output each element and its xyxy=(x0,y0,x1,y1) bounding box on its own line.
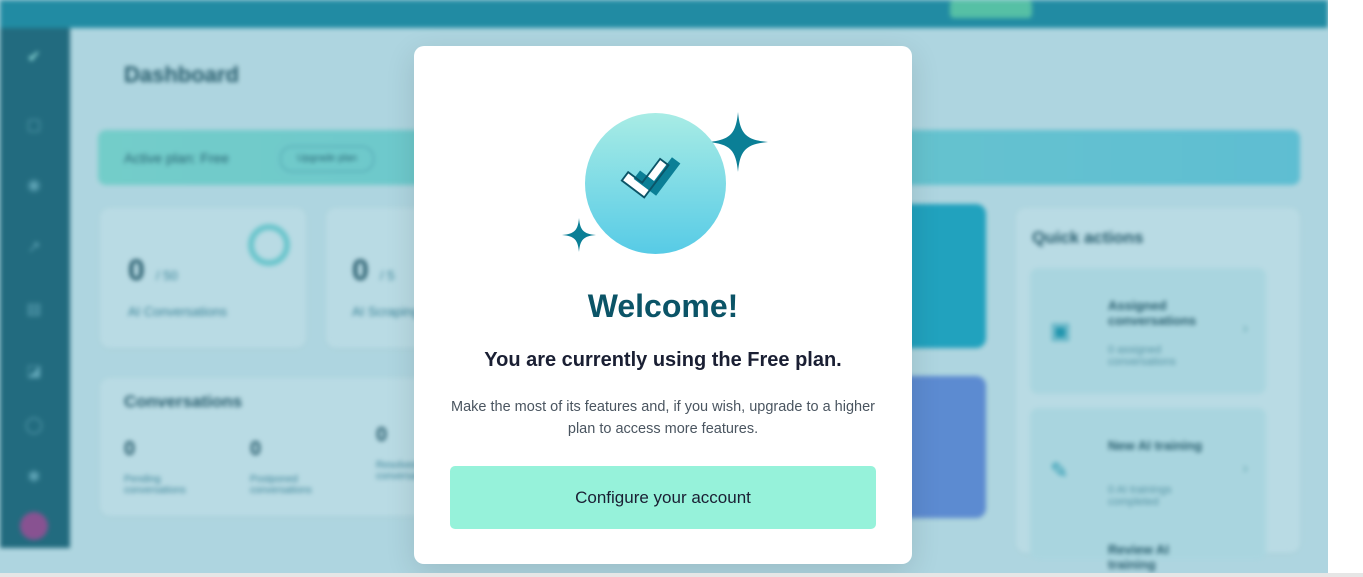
welcome-modal: Welcome! You are currently using the Fre… xyxy=(414,46,912,564)
browser-viewport: ✔ ▢ ◉ ↗ ▤ ◪ ◯ ✱ Dashboard Active plan: F… xyxy=(0,0,1328,575)
double-check-logo-icon xyxy=(620,157,681,199)
modal-title: Welcome! xyxy=(587,288,739,324)
logo-badge xyxy=(585,113,726,254)
right-gutter xyxy=(1328,0,1363,577)
bottom-strip xyxy=(0,573,1363,577)
modal-subtitle: You are currently using the Free plan. xyxy=(484,349,842,371)
configure-account-button[interactable]: Configure your account xyxy=(450,466,876,529)
modal-description: Make the most of its features and, if yo… xyxy=(451,399,875,437)
